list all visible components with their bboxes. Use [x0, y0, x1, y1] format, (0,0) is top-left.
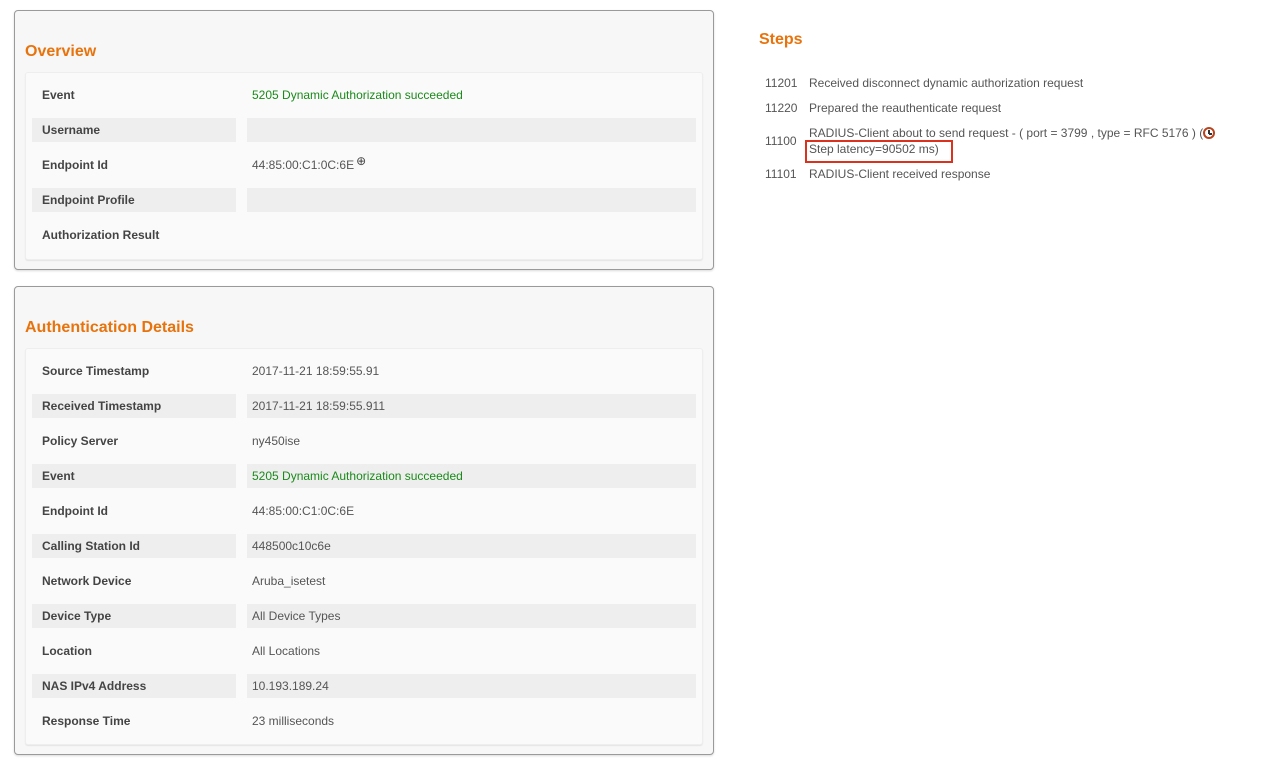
overview-table: Event 5205 Dynamic Authorization succeed…	[25, 72, 703, 260]
field-value: 2017-11-21 18:59:55.91	[252, 364, 380, 378]
endpoint-id-value: 44:85:00:C1:0C:6E	[252, 158, 355, 172]
overview-title: Overview	[25, 43, 97, 60]
step-code: 11201	[765, 76, 798, 90]
table-row: Username	[26, 118, 702, 142]
field-label: Device Type	[32, 604, 236, 628]
field-label: Network Device	[42, 574, 132, 588]
step-code: 11220	[765, 101, 798, 115]
field-label: Username	[32, 118, 236, 142]
step-description: RADIUS-Client about to send request - ( …	[809, 126, 1204, 140]
table-row: Event 5205 Dynamic Authorization succeed…	[26, 464, 702, 488]
table-row: Calling Station Id 448500c10c6e	[26, 534, 702, 558]
field-value: ny450ise	[252, 434, 301, 448]
table-row: Network Device Aruba_isetest	[26, 569, 702, 593]
table-row: Endpoint Id 44:85:00:C1:0C:6E ⊕	[26, 153, 702, 177]
field-label: Endpoint Id	[42, 158, 108, 172]
field-label: Endpoint Id	[42, 504, 108, 518]
crosshair-icon[interactable]: ⊕	[356, 149, 366, 173]
field-label: Source Timestamp	[42, 364, 150, 378]
table-row: Response Time 23 milliseconds	[26, 709, 702, 733]
endpoint-id-cell: 44:85:00:C1:0C:6E ⊕	[247, 153, 696, 177]
authentication-details-table: Source Timestamp 2017-11-21 18:59:55.91 …	[25, 348, 703, 745]
field-label: Response Time	[42, 714, 131, 728]
authentication-details-panel: Authentication Details Source Timestamp …	[14, 286, 714, 755]
step-description: Received disconnect dynamic authorizatio…	[809, 76, 1084, 90]
authentication-details-title: Authentication Details	[25, 319, 194, 336]
field-value: 44:85:00:C1:0C:6E	[252, 504, 355, 518]
field-value: All Locations	[252, 644, 321, 658]
table-row: Device Type All Device Types	[26, 604, 702, 628]
event-value: 5205 Dynamic Authorization succeeded	[252, 88, 463, 102]
field-label: Location	[42, 644, 92, 658]
field-value: 448500c10c6e	[247, 534, 696, 558]
table-row: Source Timestamp 2017-11-21 18:59:55.91	[26, 359, 702, 383]
field-value: Aruba_isetest	[252, 574, 326, 588]
field-label: Event	[32, 464, 236, 488]
table-row: Policy Server ny450ise	[26, 429, 702, 453]
step-code: 11100	[765, 134, 797, 148]
field-label: Policy Server	[42, 434, 119, 448]
field-label: Calling Station Id	[32, 534, 236, 558]
table-row: Endpoint Id 44:85:00:C1:0C:6E	[26, 499, 702, 523]
endpoint-profile-value	[247, 188, 696, 212]
table-row: NAS IPv4 Address 10.193.189.24	[26, 674, 702, 698]
field-label: Received Timestamp	[32, 394, 236, 418]
field-value: 2017-11-21 18:59:55.911	[247, 394, 696, 418]
step-code: 11101	[765, 167, 797, 181]
field-value: All Device Types	[247, 604, 696, 628]
alarm-clock-icon	[1203, 126, 1216, 139]
table-row: Location All Locations	[26, 639, 702, 663]
field-label: Event	[42, 88, 75, 102]
event-value: 5205 Dynamic Authorization succeeded	[247, 464, 696, 488]
authorization-result-value	[247, 223, 696, 247]
field-label: Endpoint Profile	[32, 188, 236, 212]
username-value	[247, 118, 696, 142]
latency-highlight-box	[805, 140, 953, 163]
step-description-line: RADIUS-Client about to send request - ( …	[809, 126, 1216, 140]
table-row: Endpoint Profile	[26, 188, 702, 212]
steps-title: Steps	[759, 31, 803, 48]
field-label: Authorization Result	[42, 228, 160, 242]
field-value: 23 milliseconds	[252, 714, 335, 728]
table-row: Event 5205 Dynamic Authorization succeed…	[26, 83, 702, 107]
field-label: NAS IPv4 Address	[32, 674, 236, 698]
table-row: Received Timestamp 2017-11-21 18:59:55.9…	[26, 394, 702, 418]
table-row: Authorization Result	[26, 223, 702, 247]
overview-panel: Overview Event 5205 Dynamic Authorizatio…	[14, 10, 714, 270]
step-description: Prepared the reauthenticate request	[809, 101, 1002, 115]
step-description: RADIUS-Client received response	[809, 167, 991, 181]
field-value: 10.193.189.24	[247, 674, 696, 698]
